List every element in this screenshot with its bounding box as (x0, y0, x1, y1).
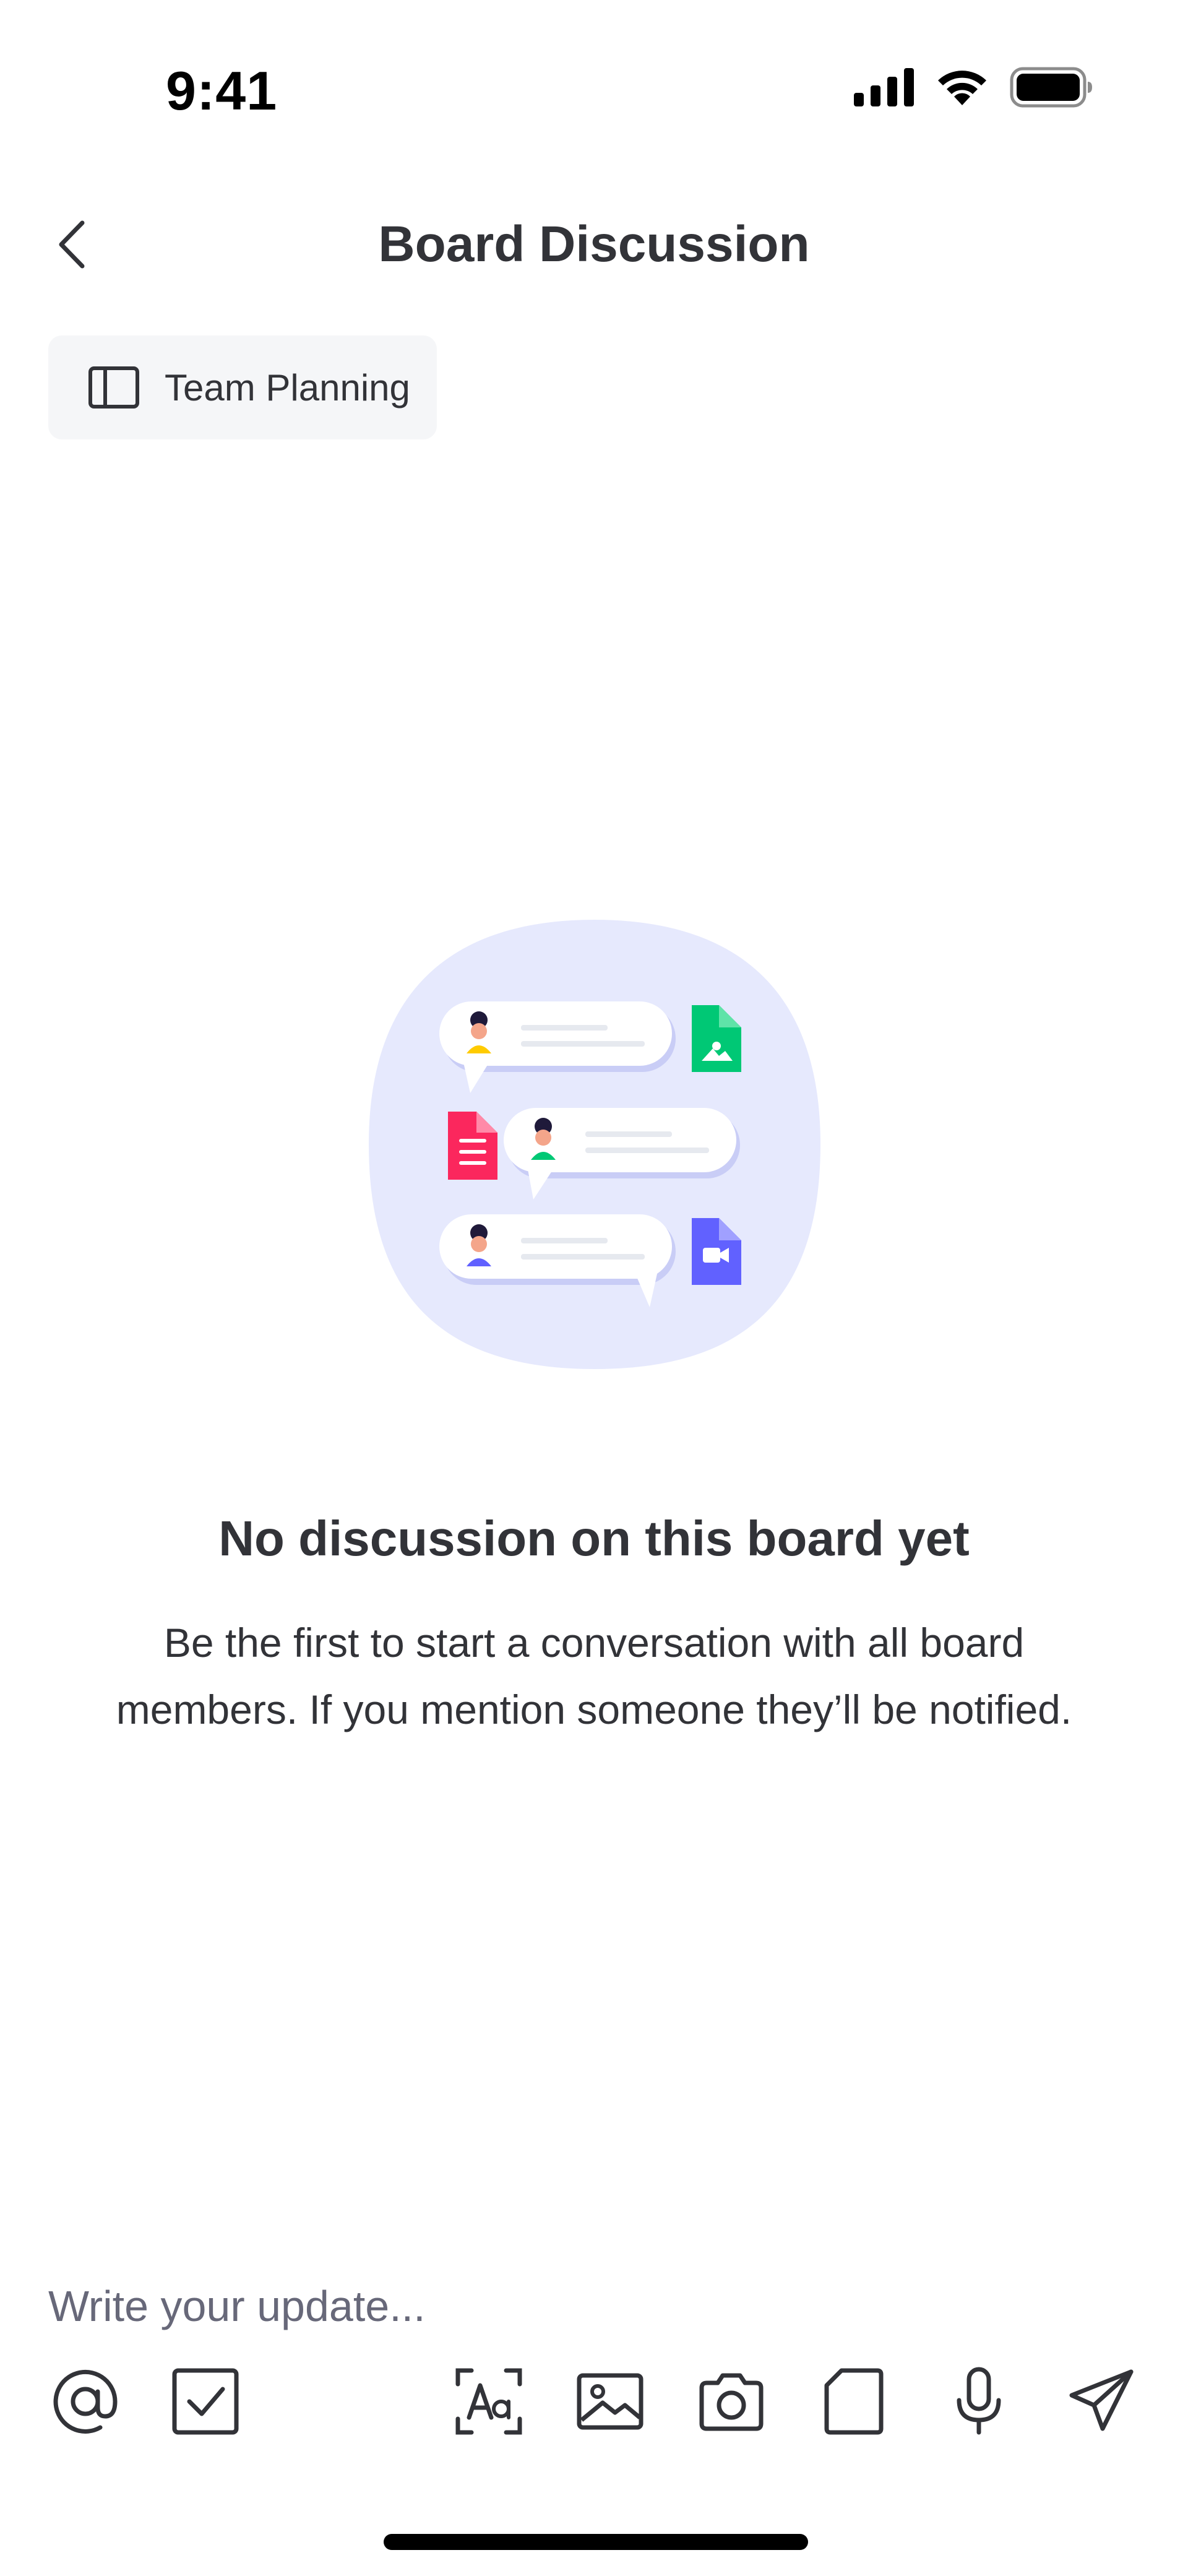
image-icon (577, 2373, 644, 2430)
mention-icon (53, 2369, 118, 2434)
send-icon (1069, 2369, 1134, 2431)
update-input[interactable] (48, 2269, 1140, 2343)
board-chip-label: Team Planning (165, 366, 410, 408)
mention-button[interactable] (48, 2364, 123, 2439)
battery-icon (1010, 67, 1092, 108)
file-icon (824, 2368, 884, 2435)
wifi-icon (938, 71, 986, 105)
checklist-icon (172, 2368, 239, 2435)
chat-bubbles-illustration (369, 920, 820, 1369)
page-title: Board Discussion (378, 216, 810, 272)
microphone-button[interactable] (942, 2364, 1016, 2439)
home-indicator (384, 2534, 808, 2550)
image-button[interactable] (573, 2364, 647, 2439)
status-time: 9:41 (166, 60, 278, 121)
file-button[interactable] (817, 2364, 891, 2439)
microphone-icon (957, 2367, 1001, 2435)
board-chip[interactable]: Team Planning (48, 335, 437, 439)
text-format-button[interactable] (452, 2364, 526, 2439)
empty-state-description: Be the first to start a conversation wit… (116, 1620, 1072, 1732)
empty-state-title: No discussion on this board yet (218, 1511, 970, 1566)
text-format-icon (455, 2368, 522, 2435)
checklist-button[interactable] (168, 2364, 243, 2439)
board-icon (88, 366, 139, 408)
cellular-signal-icon (854, 68, 914, 106)
camera-button[interactable] (694, 2364, 768, 2439)
send-button[interactable] (1064, 2364, 1138, 2439)
camera-icon (699, 2373, 764, 2431)
